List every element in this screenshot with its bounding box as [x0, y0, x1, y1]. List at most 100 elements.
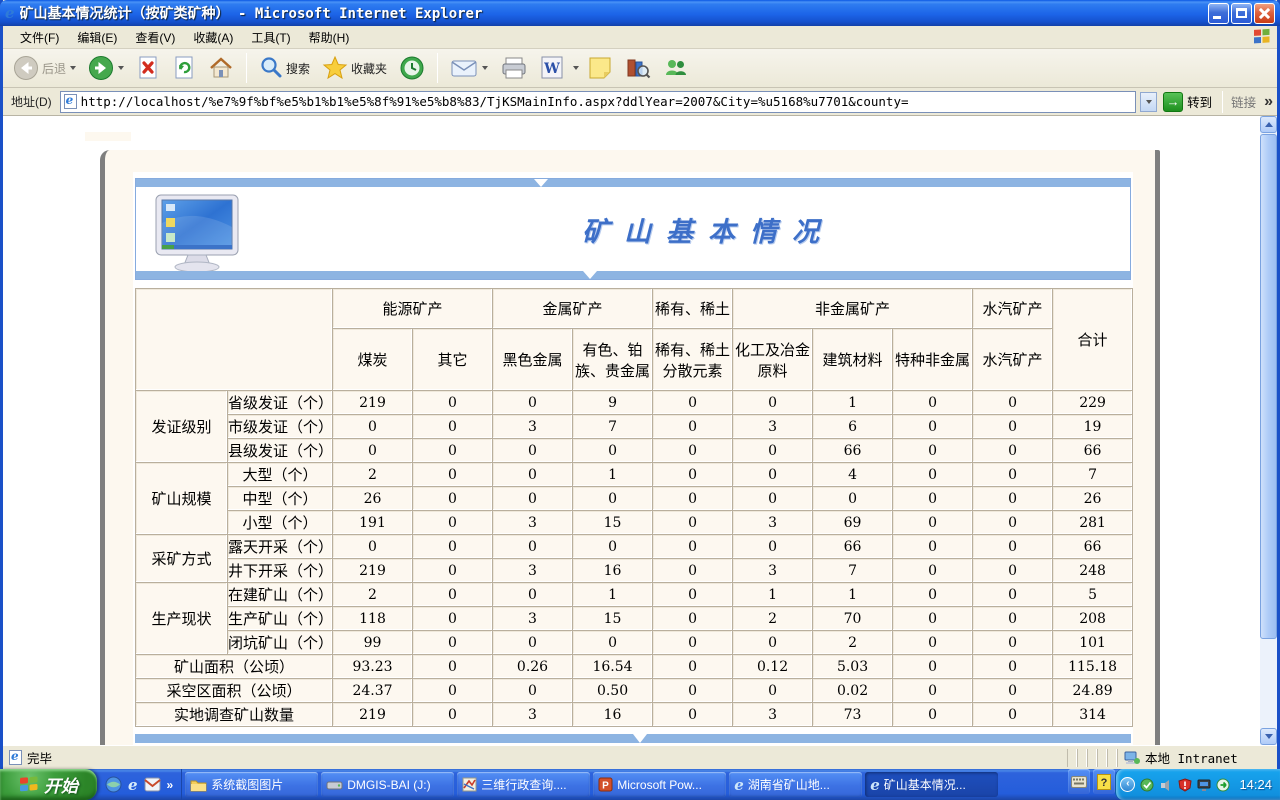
help-tray-button[interactable]: ?	[1093, 769, 1115, 794]
system-tray: 14:24	[1115, 769, 1280, 800]
taskbar-task-button[interactable]: 湖南省矿山地...	[729, 772, 862, 797]
value-cell: 281	[1053, 511, 1133, 535]
desktop-shortcut-icon[interactable]	[105, 776, 122, 793]
print-button[interactable]	[496, 53, 532, 83]
hide-icons-button[interactable]	[1120, 777, 1135, 792]
security-shield-tray-icon[interactable]	[1178, 778, 1192, 792]
value-cell: 0.50	[573, 679, 653, 703]
forward-dropdown-icon[interactable]	[118, 66, 124, 70]
close-button[interactable]	[1254, 3, 1275, 24]
value-cell: 0	[893, 655, 973, 679]
value-cell: 2	[333, 463, 413, 487]
language-bar-button[interactable]	[1068, 769, 1090, 794]
value-cell: 0	[973, 511, 1053, 535]
books-search-icon	[625, 55, 651, 81]
taskbar-task-button[interactable]: PMicrosoft Pow...	[593, 772, 726, 797]
edit-dropdown-icon[interactable]	[573, 66, 579, 70]
refresh-button[interactable]	[168, 53, 200, 83]
zone-label: 本地 Intranet	[1145, 748, 1238, 767]
column-header: 建筑材料	[813, 329, 893, 391]
search-button[interactable]: 搜索	[255, 53, 314, 83]
back-button[interactable]: 后退	[9, 53, 80, 83]
start-button[interactable]: 开始	[0, 769, 97, 800]
network-tray-icon[interactable]	[1216, 778, 1230, 792]
minimize-button[interactable]	[1208, 3, 1229, 24]
messenger-button[interactable]	[659, 53, 693, 83]
value-cell: 0	[653, 655, 733, 679]
taskbar-task-button[interactable]: 系统截图图片	[185, 772, 318, 797]
toolbar-separator	[437, 53, 438, 83]
quick-launch: »	[97, 769, 182, 800]
value-cell: 3	[493, 703, 573, 727]
links-label[interactable]: 链接	[1227, 92, 1260, 111]
scrollbar-thumb[interactable]	[1260, 134, 1277, 639]
menu-tools[interactable]: 工具(T)	[242, 26, 299, 49]
value-cell: 1	[813, 583, 893, 607]
value-cell: 1	[733, 583, 813, 607]
value-cell: 7	[1053, 463, 1133, 487]
outlook-icon[interactable]	[144, 776, 161, 793]
ie-icon	[5, 4, 15, 22]
value-cell: 66	[813, 439, 893, 463]
edit-word-button[interactable]: W	[536, 53, 568, 83]
value-cell: 0	[653, 391, 733, 415]
stop-button[interactable]	[132, 53, 164, 83]
maximize-button[interactable]	[1231, 3, 1252, 24]
scroll-down-button[interactable]	[1260, 728, 1277, 745]
minimize-icon	[1213, 16, 1221, 19]
taskbar-task-button[interactable]: 三维行政查询....	[457, 772, 590, 797]
quick-launch-overflow-icon[interactable]: »	[167, 778, 174, 792]
value-cell: 0	[653, 535, 733, 559]
links-overflow-icon[interactable]	[1264, 93, 1273, 111]
value-cell: 0	[413, 391, 493, 415]
table-row: 生产现状在建矿山（个）2001011005	[136, 583, 1133, 607]
back-dropdown-icon[interactable]	[70, 66, 76, 70]
taskbar-task-button[interactable]: DMGIS-BAI (J:)	[321, 772, 454, 797]
value-cell: 0	[653, 439, 733, 463]
value-cell: 9	[573, 391, 653, 415]
scroll-up-button[interactable]	[1260, 116, 1277, 133]
ie-quicklaunch-icon[interactable]	[128, 776, 138, 794]
display-tray-icon[interactable]	[1197, 778, 1211, 792]
vertical-scrollbar[interactable]	[1260, 116, 1277, 745]
address-input[interactable]: http://localhost/%e7%9f%bf%e5%b1%b1%e5%8…	[60, 91, 1136, 113]
back-icon	[13, 55, 39, 81]
title-bar[interactable]: 矿山基本情况统计（按矿类矿种） - Microsoft Internet Exp…	[0, 0, 1280, 26]
address-dropdown-button[interactable]	[1140, 92, 1157, 112]
research-button[interactable]	[621, 53, 655, 83]
value-cell: 0	[413, 583, 493, 607]
menu-file[interactable]: 文件(F)	[11, 26, 68, 49]
task-label: 湖南省矿山地...	[748, 776, 830, 793]
forward-button[interactable]	[84, 53, 128, 83]
favorites-button[interactable]: 收藏夹	[318, 53, 391, 83]
separator	[1222, 91, 1223, 113]
mail-dropdown-icon[interactable]	[482, 66, 488, 70]
stop-icon	[136, 55, 160, 81]
column-header: 特种非金属	[893, 329, 973, 391]
value-cell: 2	[333, 583, 413, 607]
value-cell: 0	[413, 607, 493, 631]
home-button[interactable]	[204, 53, 238, 83]
value-cell: 0	[413, 703, 493, 727]
value-cell: 0	[653, 703, 733, 727]
menu-help[interactable]: 帮助(H)	[300, 26, 359, 49]
volume-tray-icon[interactable]	[1159, 778, 1173, 792]
value-cell: 2	[813, 631, 893, 655]
value-cell: 0	[493, 391, 573, 415]
svg-text:W: W	[543, 61, 560, 77]
go-button[interactable]: 转到	[1161, 91, 1218, 113]
table-row: 采空区面积（公顷）24.37000.50000.020024.89	[136, 679, 1133, 703]
discuss-button[interactable]	[583, 53, 617, 83]
menu-favorites[interactable]: 收藏(A)	[184, 26, 242, 49]
value-cell: 0	[413, 655, 493, 679]
antivirus-tray-icon[interactable]	[1140, 778, 1154, 792]
mail-button[interactable]	[446, 53, 492, 83]
menu-view[interactable]: 查看(V)	[126, 26, 184, 49]
taskbar-task-button[interactable]: 矿山基本情况...	[865, 772, 998, 797]
value-cell: 0.02	[813, 679, 893, 703]
menu-bar: 文件(F) 编辑(E) 查看(V) 收藏(A) 工具(T) 帮助(H)	[3, 26, 1277, 49]
page-icon	[64, 94, 77, 109]
history-button[interactable]	[395, 53, 429, 83]
menu-edit[interactable]: 编辑(E)	[68, 26, 126, 49]
row-label: 县级发证（个）	[228, 439, 333, 463]
